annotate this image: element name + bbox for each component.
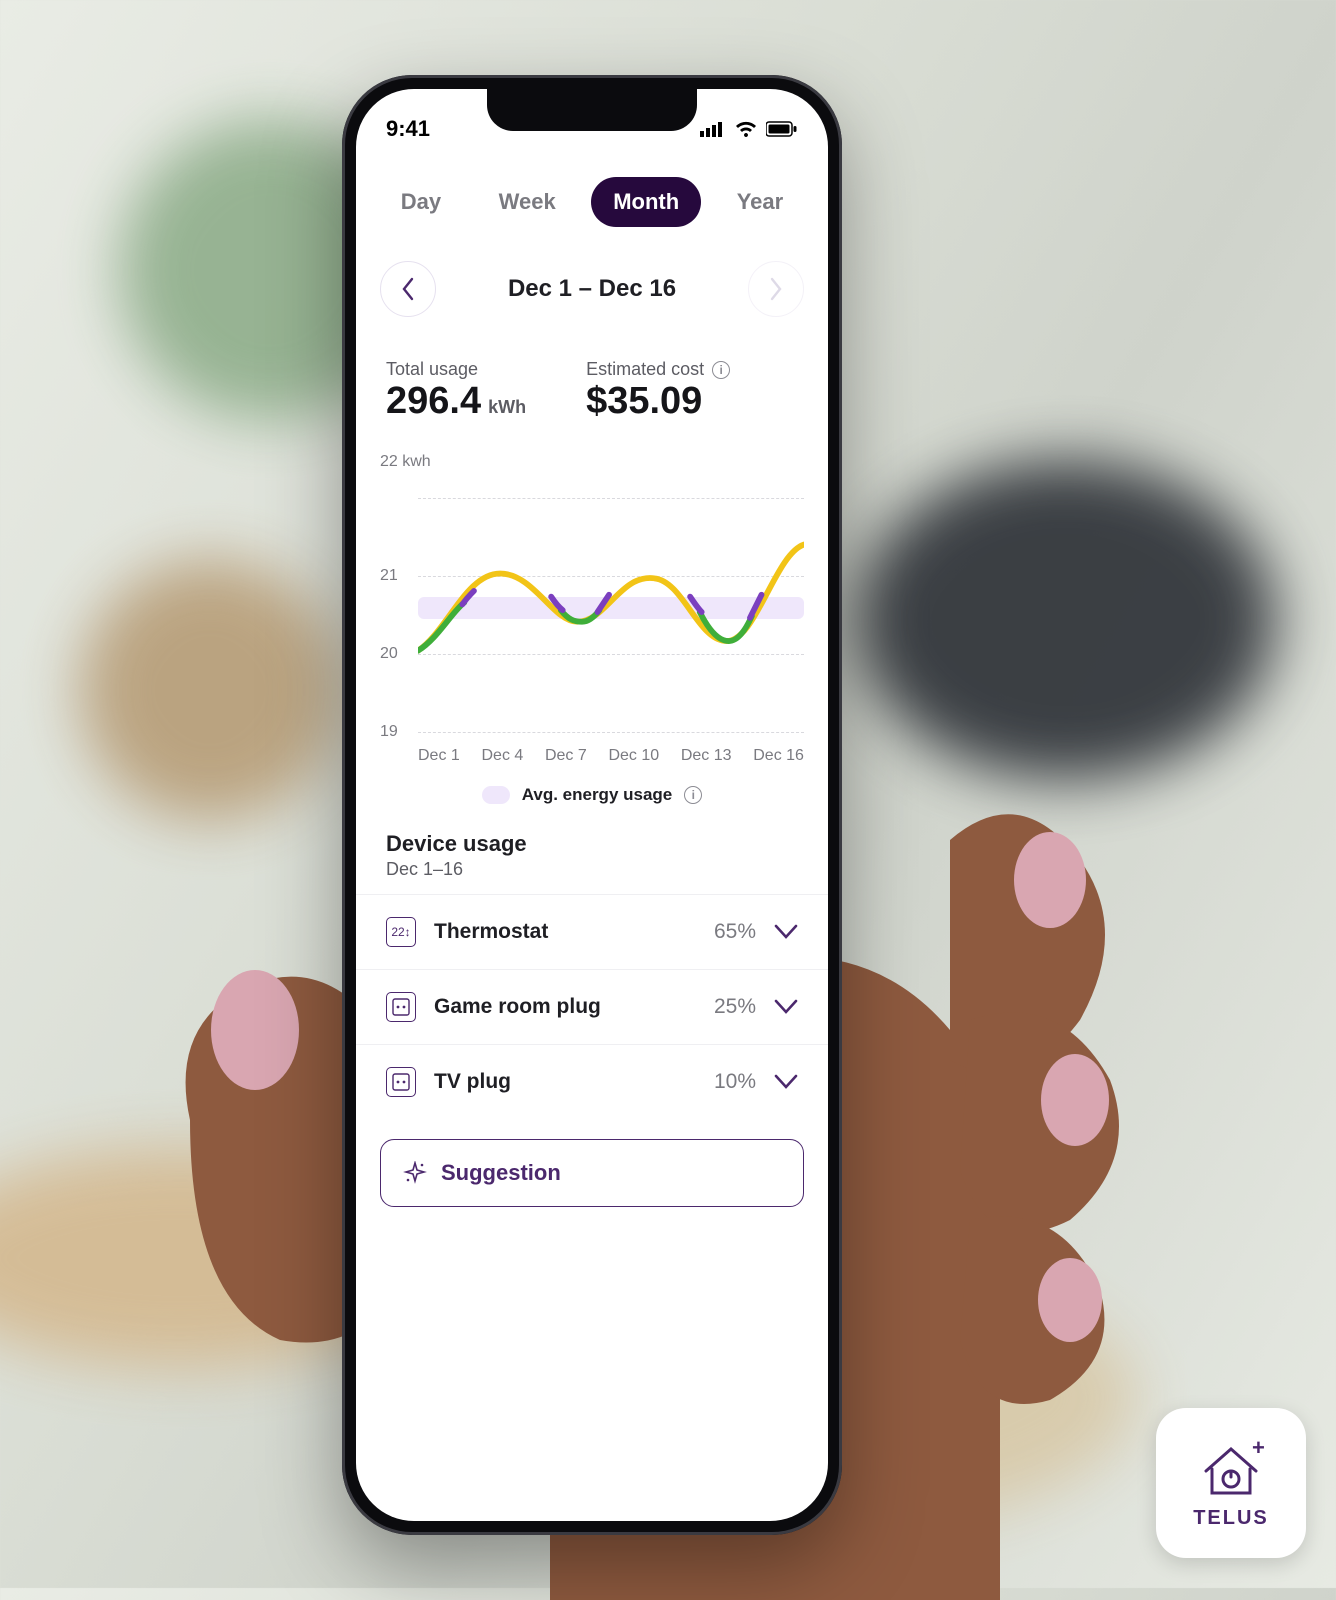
plug-icon: [386, 1067, 416, 1097]
telus-badge: + TELUS: [1156, 1408, 1306, 1558]
suggestion-card[interactable]: Suggestion: [380, 1139, 804, 1207]
device-percent: 25%: [714, 995, 756, 1019]
ytick-21: 21: [380, 567, 398, 585]
estimated-cost-label: Estimated cost: [586, 359, 704, 380]
device-percent: 10%: [714, 1070, 756, 1094]
suggestion-label: Suggestion: [441, 1160, 561, 1186]
device-percent: 65%: [714, 920, 756, 944]
device-row-tv-plug[interactable]: TV plug 10%: [356, 1044, 828, 1119]
device-row-game-plug[interactable]: Game room plug 25%: [356, 969, 828, 1044]
tab-day[interactable]: Day: [379, 177, 463, 227]
chart-legend: Avg. energy usage i: [380, 785, 804, 805]
device-name: Game room plug: [434, 995, 696, 1019]
phone-screen: 9:41 Day Week Month Year Dec 1 – Dec 16: [356, 89, 828, 1521]
usage-chart: 22 kwh 21 20 19: [356, 433, 828, 805]
device-name: TV plug: [434, 1070, 696, 1094]
info-icon[interactable]: i: [684, 786, 702, 804]
notch: [487, 89, 697, 131]
chevron-down-icon: [774, 999, 798, 1015]
xtick: Dec 13: [681, 747, 732, 765]
xtick: Dec 4: [481, 747, 523, 765]
xtick: Dec 16: [753, 747, 804, 765]
chevron-right-icon: [768, 277, 784, 301]
ytick-20: 20: [380, 645, 398, 663]
telus-home-icon: +: [1196, 1437, 1266, 1501]
plug-icon: [386, 992, 416, 1022]
total-usage-label: Total usage: [386, 359, 526, 380]
info-icon[interactable]: i: [712, 361, 730, 379]
xtick: Dec 10: [608, 747, 659, 765]
device-usage-subtitle: Dec 1–16: [356, 857, 828, 894]
chevron-down-icon: [774, 924, 798, 940]
xtick: Dec 7: [545, 747, 587, 765]
chevron-down-icon: [774, 1074, 798, 1090]
wifi-icon: [734, 120, 758, 138]
summary-stats: Total usage 296.4 kWh Estimated cost i $…: [356, 341, 828, 433]
status-time: 9:41: [386, 116, 430, 142]
phone-frame: 9:41 Day Week Month Year Dec 1 – Dec 16: [342, 75, 842, 1535]
legend-label: Avg. energy usage: [522, 785, 673, 805]
tab-year[interactable]: Year: [715, 177, 806, 227]
brand-label: TELUS: [1193, 1507, 1269, 1530]
thermostat-icon: 22↕: [386, 917, 416, 947]
stat-total-usage: Total usage 296.4 kWh: [386, 359, 526, 423]
tab-week[interactable]: Week: [477, 177, 578, 227]
tab-month[interactable]: Month: [591, 177, 701, 227]
stat-estimated-cost: Estimated cost i $35.09: [586, 359, 730, 423]
date-navigator: Dec 1 – Dec 16: [356, 237, 828, 341]
xtick: Dec 1: [418, 747, 460, 765]
chart-x-ticks: Dec 1 Dec 4 Dec 7 Dec 10 Dec 13 Dec 16: [380, 747, 804, 765]
chart-y-axis-label: 22 kwh: [380, 453, 804, 471]
device-usage-title: Device usage: [356, 811, 828, 857]
estimated-cost-value: $35.09: [586, 380, 702, 423]
svg-text:+: +: [1252, 1437, 1265, 1460]
device-row-thermostat[interactable]: 22↕ Thermostat 65%: [356, 894, 828, 969]
chevron-left-icon: [400, 277, 416, 301]
battery-icon: [766, 121, 798, 137]
total-usage-unit: kWh: [488, 397, 526, 418]
total-usage-value: 296.4: [386, 380, 481, 423]
sparkle-icon: [403, 1161, 427, 1185]
legend-swatch: [482, 786, 510, 804]
chart-line: [418, 477, 804, 728]
date-range-label: Dec 1 – Dec 16: [508, 275, 676, 303]
signal-icon: [700, 121, 726, 137]
next-period-button[interactable]: [748, 261, 804, 317]
device-name: Thermostat: [434, 920, 696, 944]
prev-period-button[interactable]: [380, 261, 436, 317]
ytick-19: 19: [380, 723, 398, 741]
period-tabs: Day Week Month Year: [356, 149, 828, 237]
